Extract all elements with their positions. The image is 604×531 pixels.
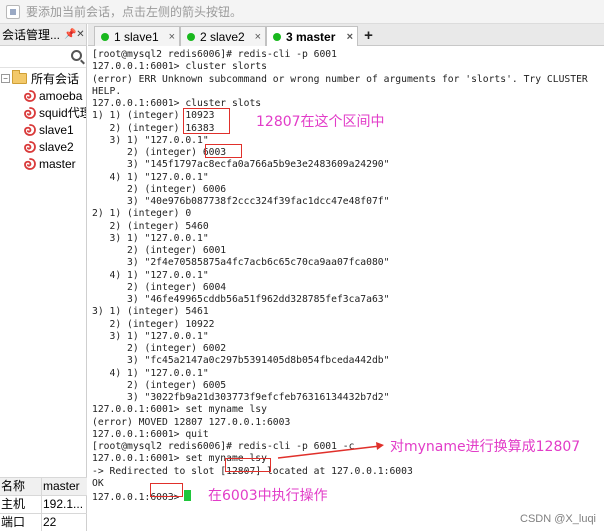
terminal-line: 2) 1) (integer) 0 — [92, 208, 192, 220]
node-port-highlight — [205, 144, 242, 158]
session-label: slave2 — [39, 139, 74, 154]
terminal-output[interactable]: [root@mysql2 redis6006]# redis-cli -p 60… — [88, 46, 604, 531]
terminal-line: 3) 1) "127.0.0.1" — [92, 134, 209, 146]
session-label: slave1 — [39, 122, 74, 137]
session-item-squid[interactable]: squid代理 — [0, 104, 86, 121]
session-swirl-icon — [24, 140, 36, 153]
terminal-line: HELP. — [92, 85, 122, 97]
collapse-icon[interactable]: − — [1, 74, 10, 83]
terminal-line: 3) "40e976b087738f2ccc324f39fac1dcc47e48… — [92, 196, 390, 207]
terminal-line: 3) "3022fb9a21d303773f9efcfeb76316134432… — [92, 392, 390, 403]
terminal-line: 2) (integer) 10922 — [92, 318, 215, 330]
property-value: master — [43, 479, 80, 493]
property-name: 端口 — [0, 514, 42, 531]
properties-table: 名称 master 主机 192.1... 端口 22 — [0, 477, 87, 531]
pin-icon[interactable]: 📌 — [64, 29, 76, 40]
terminal-line: 3) 1) "127.0.0.1" — [92, 330, 209, 342]
tree-root-all-sessions[interactable]: − 所有会话 — [0, 70, 86, 87]
terminal-line: 2) (integer) 6001 — [92, 245, 227, 256]
annotation-hash: 对myname进行换算成12807 — [390, 439, 581, 455]
connected-status-icon — [187, 32, 195, 41]
session-item-slave1[interactable]: slave1 — [0, 121, 86, 138]
terminal-line: 2) (integer) 6002 — [92, 343, 227, 354]
property-row-host[interactable]: 主机 192.1... — [0, 495, 87, 513]
terminal-line: -> Redirected to slot [12807] located at… — [92, 465, 413, 477]
tab-label: 3 master — [286, 30, 336, 44]
session-manager-title: 会话管理... — [2, 28, 61, 42]
session-swirl-icon — [24, 157, 36, 170]
slot-range-highlight — [183, 108, 230, 134]
hint-bar: 要添加当前会话，点击左侧的箭头按钮。 — [0, 0, 604, 24]
session-swirl-icon — [24, 106, 36, 119]
terminal-line: 3) "145f1797ac8ecfa0a766a5b9e3e2483609a2… — [92, 159, 390, 171]
terminal-line: 2) (integer) 6004 — [92, 281, 227, 293]
folder-icon — [12, 70, 27, 84]
tab-label: 1 slave1 — [114, 29, 159, 44]
annotation-range: 12807在这个区间中 — [256, 114, 385, 130]
terminal-line: 2) (integer) 6005 — [92, 379, 227, 391]
session-item-slave2[interactable]: slave2 — [0, 138, 86, 155]
connected-status-icon — [101, 32, 109, 41]
terminal-line: 127.0.0.1:6001> set myname lsy — [92, 404, 267, 416]
prompt-port-highlight — [150, 483, 183, 497]
property-name: 主机 — [0, 496, 42, 513]
property-value: 192.1... — [43, 497, 84, 511]
tab-master[interactable]: 3 master × — [266, 26, 358, 47]
terminal-line: [root@mysql2 redis6006]# redis-cli -p 60… — [92, 49, 337, 60]
tab-close-icon[interactable]: × — [255, 31, 261, 43]
session-manager-panel: 会话管理... 📌 ✕ − 所有会话 amoeba squid代理 slave1… — [0, 24, 87, 531]
session-swirl-icon — [24, 89, 36, 102]
connected-status-icon — [273, 33, 281, 41]
terminal-line: 4) 1) "127.0.0.1" — [92, 269, 209, 281]
terminal-line: 3) 1) "127.0.0.1" — [92, 232, 209, 244]
session-label: squid代理 — [39, 106, 86, 120]
tab-slave1[interactable]: 1 slave1 × — [94, 26, 180, 46]
tab-close-icon[interactable]: × — [347, 31, 353, 43]
add-tab-button[interactable]: + — [360, 26, 377, 46]
terminal-line: 3) "46fe49965cddb56a51f962dd328785fef3ca… — [92, 294, 390, 305]
slot-highlight — [225, 458, 271, 472]
session-tree: − 所有会话 amoeba squid代理 slave1 slave2 mast… — [0, 68, 86, 172]
close-icon[interactable]: ✕ — [75, 29, 86, 40]
terminal-line: 127.0.0.1:6001> cluster slots — [92, 98, 262, 109]
session-search[interactable] — [0, 46, 86, 68]
session-item-amoeba[interactable]: amoeba — [0, 87, 86, 104]
terminal-line: (error) ERR Unknown subcommand or wrong … — [92, 73, 588, 85]
terminal-line: 3) "2f4e70585875a4fc7acb6c65c70ca9aa07fc… — [92, 257, 390, 269]
session-label: amoeba — [39, 88, 83, 103]
watermark: CSDN @X_luqi — [520, 513, 596, 525]
tree-root-label: 所有会话 — [31, 72, 80, 86]
terminal-line: (error) MOVED 12807 127.0.0.1:6003 — [92, 416, 291, 428]
tab-slave2[interactable]: 2 slave2 × — [180, 26, 266, 46]
tab-close-icon[interactable]: × — [169, 31, 175, 43]
session-icon[interactable] — [6, 4, 20, 19]
terminal-line: 4) 1) "127.0.0.1" — [92, 171, 209, 183]
property-row-port[interactable]: 端口 22 — [0, 513, 87, 531]
session-label: master — [39, 156, 76, 171]
annotation-exec: 在6003中执行操作 — [208, 488, 328, 504]
property-name: 名称 — [0, 478, 42, 495]
session-item-master[interactable]: master — [0, 155, 86, 172]
tab-label: 2 slave2 — [200, 29, 245, 44]
session-swirl-icon — [24, 123, 36, 136]
terminal-line: 4) 1) "127.0.0.1" — [92, 367, 209, 379]
hint-text: 要添加当前会话，点击左侧的箭头按钮。 — [26, 5, 243, 19]
terminal-line: 3) 1) (integer) 5461 — [92, 306, 209, 318]
terminal-line: 2) (integer) 5460 — [92, 220, 209, 232]
terminal-line: 127.0.0.1:6001> cluster slorts — [92, 61, 267, 73]
search-icon[interactable] — [71, 50, 82, 61]
session-manager-header: 会话管理... 📌 ✕ — [0, 24, 86, 46]
property-value: 22 — [43, 515, 57, 529]
session-tab-bar: 1 slave1 × 2 slave2 × 3 master × + — [88, 24, 604, 47]
terminal-line: 2) (integer) 6003 — [92, 147, 227, 158]
terminal-cursor — [183, 490, 191, 501]
properties-header-row: 名称 master — [0, 477, 87, 495]
terminal-line: 3) "fc45a2147a0c297b5391405d8b054fbceda4… — [92, 355, 390, 367]
terminal-line: 2) (integer) 6006 — [92, 183, 227, 195]
